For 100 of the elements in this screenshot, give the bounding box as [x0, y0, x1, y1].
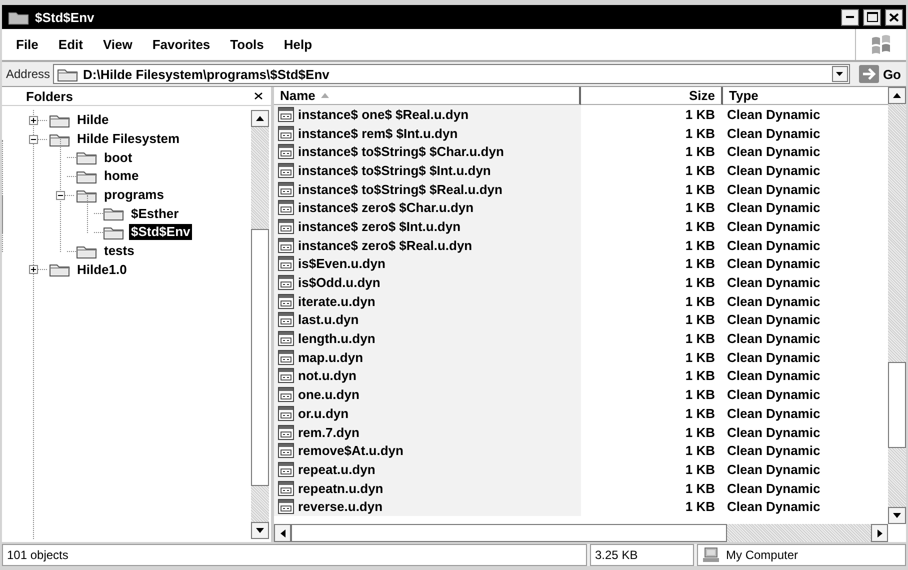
- menu-item[interactable]: Tools: [222, 35, 272, 54]
- go-button[interactable]: Go: [852, 65, 903, 83]
- address-field[interactable]: D:\Hilde Filesystem\programs\$Std$Env: [53, 64, 850, 84]
- folder-item[interactable]: $Std$Env: [129, 224, 192, 240]
- menu-item[interactable]: Help: [276, 35, 320, 54]
- file-type: Clean Dynamic: [726, 106, 820, 122]
- menu-item[interactable]: File: [8, 35, 46, 54]
- file-type: Clean Dynamic: [726, 238, 820, 253]
- file-icon: [278, 368, 294, 384]
- arrow-icon: [256, 528, 264, 533]
- file-name[interactable]: map.u.dyn: [298, 350, 364, 365]
- file-size: 1 KB: [684, 387, 716, 402]
- close-button[interactable]: [885, 8, 903, 26]
- file-name[interactable]: not.u.dyn: [298, 368, 356, 384]
- file-icon: [278, 443, 294, 458]
- arrow-icon: [858, 65, 879, 83]
- scroll-left-button[interactable]: [274, 524, 291, 542]
- menu-item[interactable]: Favorites: [144, 35, 218, 54]
- expand-toggle[interactable]: [29, 265, 38, 274]
- file-icon: [278, 182, 294, 197]
- file-size: 1 KB: [684, 238, 716, 253]
- folder-icon: [8, 10, 30, 24]
- file-icon: [278, 480, 294, 496]
- scrollbar[interactable]: [888, 87, 906, 524]
- arrow-icon: [877, 529, 882, 537]
- file-type: Clean Dynamic: [726, 144, 820, 160]
- sort-arrow-icon: [321, 93, 330, 98]
- file-type: Clean Dynamic: [726, 443, 820, 458]
- file-type: Clean Dynamic: [726, 331, 820, 346]
- arrow-icon: [256, 116, 264, 121]
- file-type: Clean Dynamic: [726, 275, 820, 290]
- folder-item[interactable]: tests: [102, 243, 136, 260]
- file-icon: [278, 126, 294, 141]
- file-size: 1 KB: [684, 200, 716, 216]
- menu-item[interactable]: Edit: [50, 35, 91, 54]
- arrow-icon: [893, 513, 901, 518]
- scroll-thumb[interactable]: [291, 524, 727, 542]
- folder-icon: [57, 66, 80, 82]
- file-icon: [278, 312, 294, 328]
- scrollbar[interactable]: [251, 110, 269, 539]
- menu-item[interactable]: View: [94, 35, 140, 54]
- scroll-down-button[interactable]: [251, 522, 269, 539]
- scroll-right-button[interactable]: [871, 524, 888, 542]
- scroll-up-button[interactable]: [251, 110, 269, 127]
- folder-item[interactable]: Hilde1.0: [75, 262, 129, 278]
- scroll-thumb[interactable]: [888, 362, 906, 448]
- close-icon: [889, 12, 899, 22]
- dropdown-button[interactable]: [832, 66, 848, 82]
- file-icon: [278, 499, 294, 514]
- arrow-icon: [280, 529, 285, 537]
- file-size: 1 KB: [684, 218, 716, 234]
- scroll-down-button[interactable]: [888, 507, 906, 524]
- folder-item[interactable]: boot: [102, 150, 134, 166]
- file-type: Clean Dynamic: [726, 200, 820, 216]
- scroll-thumb[interactable]: [251, 229, 269, 486]
- maximize-button[interactable]: [863, 8, 881, 26]
- file-name[interactable]: or.u.dyn: [298, 406, 349, 421]
- minimize-button[interactable]: [841, 8, 859, 26]
- file-size: 1 KB: [684, 256, 716, 272]
- close-icon: [254, 92, 263, 100]
- file-size: 1 KB: [684, 182, 716, 197]
- file-type: Clean Dynamic: [726, 162, 820, 178]
- file-name[interactable]: last.u.dyn: [298, 312, 359, 328]
- file-icon: [278, 462, 294, 477]
- file-type: Clean Dynamic: [726, 368, 820, 384]
- file-size: 1 KB: [684, 499, 716, 514]
- folder-item[interactable]: home: [102, 168, 141, 184]
- file-icon: [278, 200, 294, 216]
- file-icon: [278, 406, 294, 421]
- file-size: 1 KB: [684, 126, 716, 141]
- collapse-toggle[interactable]: [29, 134, 38, 144]
- folder-item[interactable]: $Esther: [129, 206, 181, 222]
- column-header[interactable]: Name: [274, 87, 581, 105]
- close-button[interactable]: [254, 92, 263, 100]
- file-size: 1 KB: [684, 162, 716, 178]
- flag-logo-icon: [870, 34, 892, 54]
- file-size: 1 KB: [684, 424, 716, 440]
- file-icon: [278, 275, 294, 290]
- folder-item[interactable]: programs: [102, 187, 166, 204]
- arrow-icon: [893, 93, 901, 98]
- expand-toggle[interactable]: [29, 116, 38, 125]
- file-size: 1 KB: [684, 106, 716, 122]
- file-name[interactable]: rem.7.dyn: [298, 424, 360, 440]
- column-header[interactable]: Size: [581, 87, 723, 105]
- minus-icon: [58, 192, 63, 198]
- computer-icon: [702, 547, 720, 563]
- scrollbar[interactable]: [274, 524, 888, 542]
- file-size: 1 KB: [684, 368, 716, 384]
- folder-item[interactable]: Hilde: [75, 112, 111, 128]
- file-icon: [278, 144, 294, 160]
- folder-item[interactable]: Hilde Filesystem: [75, 131, 182, 148]
- file-size: 1 KB: [684, 331, 716, 346]
- file-type: Clean Dynamic: [726, 406, 820, 421]
- file-icon: [278, 331, 294, 346]
- file-size: 1 KB: [684, 406, 716, 421]
- file-type: Clean Dynamic: [726, 499, 820, 514]
- file-name[interactable]: one.u.dyn: [298, 387, 360, 402]
- scroll-up-button[interactable]: [888, 87, 906, 104]
- collapse-toggle[interactable]: [56, 190, 65, 200]
- folder-icon: [49, 112, 71, 128]
